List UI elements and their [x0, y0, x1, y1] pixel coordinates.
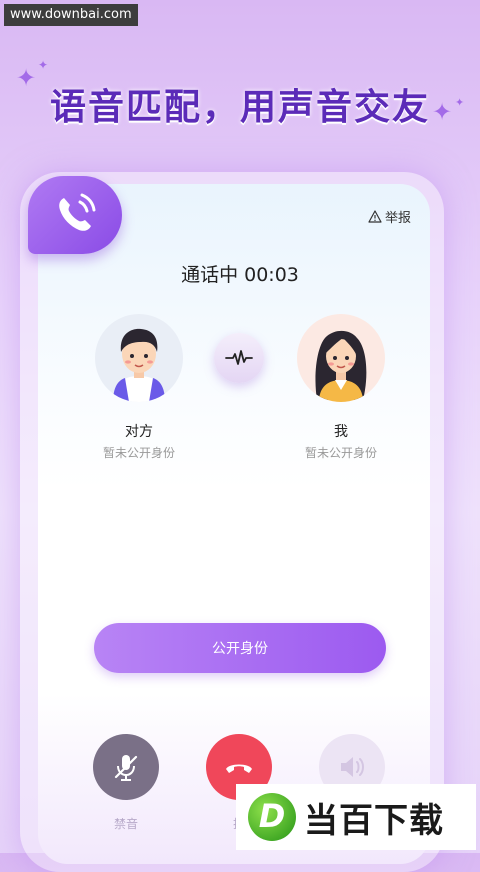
call-status: 通话中 00:03 [181, 264, 299, 286]
site-watermark: www.downbai.com [4, 4, 138, 26]
mic-off-icon [114, 755, 138, 781]
site-logo-watermark: D 当百下载 [236, 784, 476, 850]
phone-waves-icon [59, 193, 96, 231]
peer-avatar [95, 314, 183, 402]
hangup-icon [226, 764, 252, 773]
peer-identity-status: 暂未公开身份 [102, 446, 175, 460]
my-identity-status: 暂未公开身份 [304, 446, 377, 460]
call-badge [28, 176, 122, 254]
site-logo-letter: D [258, 797, 286, 835]
my-name: 我 [334, 424, 348, 440]
reveal-identity-button[interactable]: 公开身份 [94, 623, 386, 673]
site-logo-text: 当百下载 [304, 800, 444, 841]
promo-headline: 语音匹配，用声音交友 [49, 87, 430, 128]
report-label: 举报 [385, 211, 412, 226]
mute-label: 禁音 [113, 817, 138, 831]
peer-name: 对方 [125, 424, 153, 440]
warning-icon [368, 209, 382, 223]
site-logo-icon: D [248, 793, 296, 841]
voice-wave-indicator [214, 333, 264, 383]
sparkle-icon: ✦ [38, 58, 49, 72]
report-button[interactable]: 举报 [368, 207, 411, 226]
mute-button[interactable] [93, 734, 159, 800]
waveform-icon [225, 350, 253, 365]
my-avatar [297, 314, 385, 402]
speaker-icon [341, 757, 364, 777]
